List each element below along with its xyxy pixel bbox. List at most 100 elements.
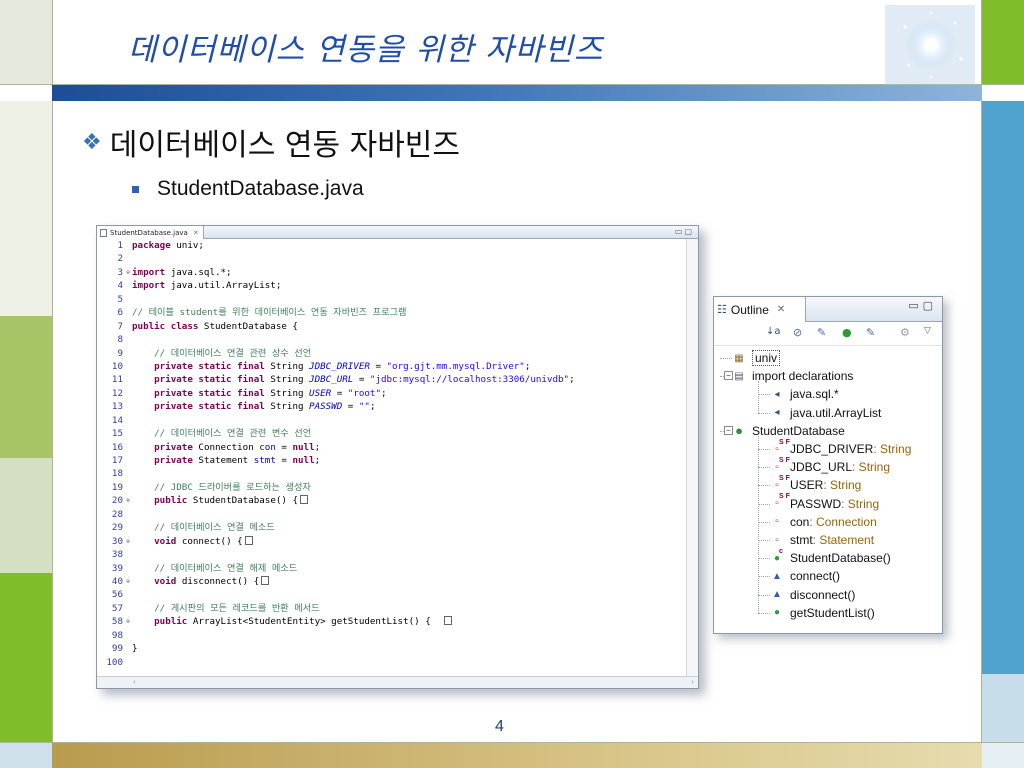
line-number: 40: [111, 575, 123, 587]
line-number: 2: [117, 253, 123, 265]
outline-item[interactable]: ▲ connect(): [770, 567, 840, 585]
private-field-icon: ▫ S F: [775, 438, 790, 455]
line-number: 57: [111, 602, 123, 614]
hide-fields-icon[interactable]: ⊘: [793, 326, 802, 339]
default-method-icon: ▲: [772, 570, 782, 582]
editor-tab[interactable]: StudentDatabase.java ✕: [97, 226, 204, 239]
outline-item[interactable]: ▫ S F JDBC_URL : String: [770, 456, 890, 476]
hide-nonpublic-icon[interactable]: ●: [842, 326, 852, 339]
code-line: 99}: [97, 642, 698, 655]
view-menu-icon[interactable]: ▽: [924, 326, 931, 336]
code-line: 7 public class StudentDatabase {: [97, 320, 698, 333]
left-decor-column: [0, 0, 52, 768]
outline-item[interactable]: ▫ S F JDBC_DRIVER : String: [770, 438, 912, 458]
code-text: void connect() {: [131, 535, 253, 548]
sort-icon[interactable]: ↓a: [766, 326, 781, 337]
outline-item[interactable]: ▤ import declarations: [732, 367, 853, 385]
vertical-scrollbar[interactable]: [686, 239, 698, 676]
code-line: 6 // 테이블 student를 위한 데이터베이스 연동 자바빈즈 프로그램: [97, 306, 698, 319]
code-text: private Connection con = null;: [154, 441, 321, 453]
line-number: 10: [111, 360, 123, 372]
package-icon: ▦: [734, 352, 744, 364]
line-number: 98: [111, 629, 123, 641]
line-number: 56: [111, 589, 123, 601]
outline-tab-label: Outline: [730, 302, 769, 317]
constructor-icon: ● c: [773, 547, 783, 564]
minimize-icon[interactable]: ▭: [908, 299, 922, 312]
line-number: 19: [111, 481, 123, 493]
import-icon: ◂: [774, 388, 780, 400]
outline-item-type: : String: [873, 442, 912, 456]
diamond-bullet-icon: ❖: [82, 129, 102, 155]
outline-tab[interactable]: ☷ Outline ✕: [714, 297, 806, 322]
outline-item-label: StudentDatabase: [752, 423, 845, 438]
code-text: // 테이블 student를 위한 데이터베이스 연동 자바빈즈 프로그램: [132, 307, 407, 319]
line-number: 8: [117, 334, 123, 346]
code-text: private static final String JDBC_DRIVER …: [154, 360, 531, 372]
focus-icon[interactable]: ⚙: [900, 326, 910, 339]
tree-connector: [758, 612, 770, 614]
horizontal-scrollbar[interactable]: ‹ ›: [97, 676, 698, 688]
line-number: 1: [117, 240, 123, 251]
line-number: 39: [111, 562, 123, 574]
maximize-icon[interactable]: ▢: [923, 299, 937, 312]
outline-item[interactable]: ▫ S F USER : String: [770, 474, 862, 494]
square-bullet-icon: [132, 185, 139, 193]
modifier-badge: S F: [779, 474, 790, 482]
line-number: 28: [111, 508, 123, 520]
code-text: import java.util.ArrayList;: [132, 280, 282, 292]
outline-item[interactable]: ● c StudentDatabase(): [770, 547, 891, 567]
outline-item[interactable]: ◂ java.sql.*: [770, 385, 838, 403]
outline-item[interactable]: ◂ java.util.ArrayList: [770, 404, 881, 422]
close-tab-icon[interactable]: ✕: [193, 229, 199, 237]
outline-item[interactable]: ▦ univ: [732, 349, 781, 367]
line-number: 6: [117, 307, 123, 319]
code-text: public class StudentDatabase {: [132, 320, 298, 332]
close-outline-icon[interactable]: ✕: [777, 304, 785, 315]
collapse-imports-icon[interactable]: −: [724, 371, 733, 381]
outline-item[interactable]: ▫ stmt : Statement: [770, 531, 874, 549]
tree-connector: [758, 576, 770, 578]
private-field-icon: ▫ S F: [775, 456, 790, 473]
tree-connector: [758, 594, 770, 596]
line-number: 16: [111, 441, 123, 453]
code-line: 56: [97, 588, 698, 601]
outline-item[interactable]: ▫ con : Connection: [770, 513, 877, 531]
code-line: 57 // 게시판의 모든 레코드를 반환 메서드: [97, 602, 698, 615]
bullet-level1-text: 데이터베이스 연동 자바빈즈: [109, 128, 461, 163]
maximize-icon[interactable]: ▢: [684, 227, 694, 236]
tree-connector: [758, 467, 770, 469]
outline-item-label: connect(): [790, 569, 841, 584]
outline-item[interactable]: ● StudentDatabase: [732, 422, 845, 440]
line-number: 99: [111, 643, 123, 655]
outline-item-label: JDBC_DRIVER: [790, 442, 874, 456]
code-line: 9 // 데이터베이스 연결 관련 상수 선언: [97, 347, 698, 360]
slide-title: 데이터베이스 연동을 위한 자바빈즈: [128, 32, 604, 68]
hide-static-icon[interactable]: ✎: [817, 326, 826, 339]
scroll-left-icon[interactable]: ‹: [133, 678, 136, 686]
outline-item[interactable]: ● getStudentList(): [770, 604, 875, 622]
scroll-right-icon[interactable]: ›: [691, 678, 694, 686]
bullet-level1: ❖ 데이터베이스 연동 자바빈즈: [82, 120, 460, 164]
outline-item[interactable]: ▫ S F PASSWD : String: [770, 493, 879, 513]
minimize-icon[interactable]: ▭: [675, 227, 685, 236]
modifier-badge: S F: [779, 438, 790, 446]
code-area[interactable]: 1 package univ; 2 3 ⊕ import java.sql.*; 4 impo…: [97, 239, 698, 676]
outline-item-type: : String: [823, 478, 862, 493]
tree-connector: [758, 394, 770, 396]
outline-item[interactable]: ▲ disconnect(): [770, 586, 855, 604]
outline-view: ☷ Outline ✕ ▭▢ ↓a ⊘ ✎ ● ✎ ⚙ ▽ ▦ univ ▤ impo…: [713, 296, 943, 634]
outline-item-label: PASSWD: [790, 496, 842, 511]
outline-item-label: import declarations: [752, 369, 854, 384]
code-line: 29 // 데이터베이스 연결 메소드: [97, 521, 698, 534]
tree-connector: [758, 485, 770, 487]
outline-item-label: java.util.ArrayList: [790, 405, 882, 420]
collapse-class-icon[interactable]: −: [724, 425, 733, 435]
line-number: 7: [117, 320, 123, 332]
editor-window-buttons: ▭▢: [675, 227, 694, 236]
hide-local-types-icon[interactable]: ✎: [866, 326, 875, 339]
line-number: 20: [111, 495, 123, 507]
